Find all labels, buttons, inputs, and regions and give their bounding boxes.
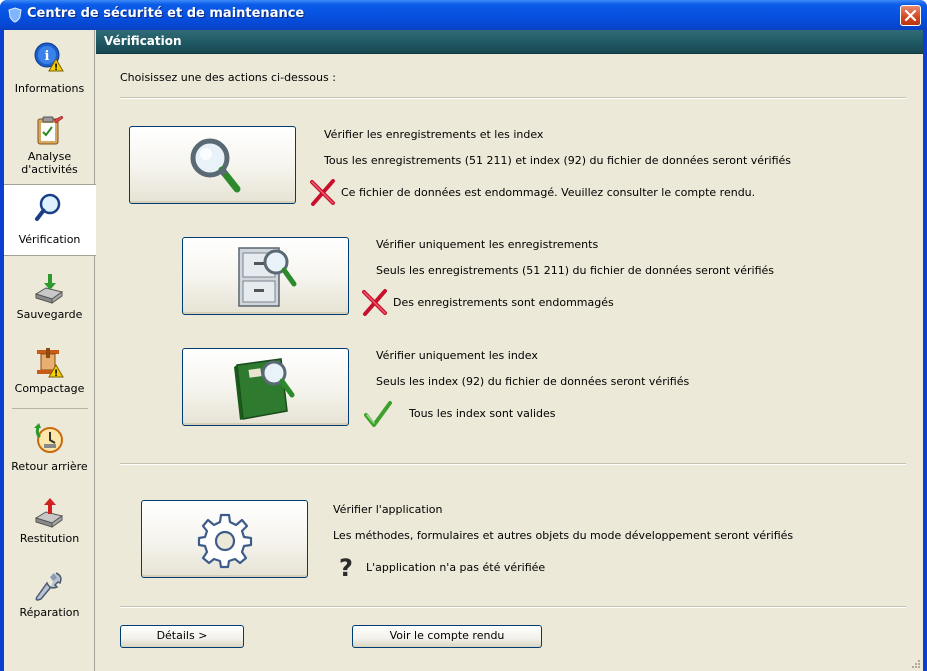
green-book-magnifier-icon	[234, 358, 295, 420]
sidebar-item-label: Restitution	[19, 532, 80, 545]
shield-app-icon	[8, 7, 22, 23]
verify-indexes-only-button[interactable]	[182, 348, 349, 426]
action-description: Les méthodes, formulaires et autres obje…	[333, 529, 794, 542]
sidebar: i ! Informations Analyse d'activités Vér…	[4, 30, 96, 671]
sidebar-separator	[12, 408, 88, 409]
action-title: Vérifier uniquement les index	[376, 349, 538, 362]
instructions-text: Choisissez une des actions ci-dessous :	[120, 71, 336, 84]
sidebar-item-label: Retour arrière	[11, 460, 88, 473]
sidebar-item-sauvegarde[interactable]: Sauvegarde	[4, 268, 95, 340]
magnifier-icon	[35, 193, 61, 221]
view-report-button[interactable]: Voir le compte rendu	[352, 625, 542, 648]
clock-rollback-icon	[34, 423, 63, 453]
details-button[interactable]: Détails >	[120, 625, 244, 648]
action-status: Des enregistrements sont endommagés	[393, 296, 614, 309]
sidebar-item-label: Réparation	[19, 606, 80, 619]
info-warning-icon: i !	[34, 42, 64, 73]
action-status: Tous les index sont valides	[409, 407, 556, 420]
gear-icon	[197, 513, 253, 569]
sidebar-item-label: Sauvegarde	[16, 308, 83, 321]
close-button[interactable]	[900, 5, 921, 26]
title-bar[interactable]: Centre de sécurité et de maintenance	[0, 0, 927, 30]
sidebar-item-compactage[interactable]: ! Compactage	[4, 342, 95, 414]
section-title: Vérification	[104, 34, 182, 48]
action-title: Vérifier uniquement les enregistrements	[376, 238, 599, 251]
sidebar-item-retour-arriere[interactable]: Retour arrière	[4, 418, 95, 490]
divider	[120, 606, 906, 608]
divider	[120, 97, 906, 99]
window-title: Centre de sécurité et de maintenance	[27, 6, 305, 21]
restore-drive-icon	[34, 498, 64, 528]
sidebar-item-verification[interactable]: Vérification	[4, 184, 96, 256]
action-title: Vérifier les enregistrements et les inde…	[324, 128, 544, 141]
wrench-icon	[35, 572, 62, 601]
sidebar-item-restitution[interactable]: Restitution	[4, 492, 95, 564]
verify-records-only-button[interactable]	[182, 237, 349, 315]
action-description: Seuls les index (92) du fichier de donné…	[376, 375, 690, 388]
client-area: i ! Informations Analyse d'activités Vér…	[4, 30, 923, 671]
action-description: Tous les enregistrements (51 211) et ind…	[324, 154, 792, 167]
svg-text:?: ?	[339, 554, 353, 580]
red-x-icon	[362, 289, 387, 316]
sidebar-item-analyse[interactable]: Analyse d'activités	[4, 110, 95, 182]
divider	[120, 463, 906, 465]
question-mark-icon: ?	[339, 554, 353, 580]
green-check-icon	[364, 401, 392, 427]
red-x-icon	[310, 179, 335, 206]
verification-panel: Vérification Choisissez une des actions …	[96, 30, 923, 671]
action-description: Seuls les enregistrements (51 211) du fi…	[376, 264, 775, 277]
sidebar-item-label: Analyse d'activités	[21, 150, 78, 176]
magnifier-icon	[190, 138, 241, 193]
action-status: Ce fichier de données est endommagé. Veu…	[341, 186, 756, 199]
action-title: Vérifier l'application	[333, 503, 443, 516]
sidebar-item-informations[interactable]: i ! Informations	[4, 36, 95, 108]
main-window: Centre de sécurité et de maintenance i !…	[0, 0, 927, 671]
close-icon	[904, 9, 917, 22]
svg-text:i: i	[45, 49, 50, 64]
action-status: L'application n'a pas été vérifiée	[366, 561, 546, 574]
compact-warning-icon: !	[37, 348, 64, 379]
section-header: Vérification	[96, 30, 923, 54]
verify-records-and-indexes-button[interactable]	[129, 126, 296, 204]
sidebar-item-label: Vérification	[18, 233, 81, 246]
verify-application-button[interactable]	[141, 500, 308, 578]
sidebar-item-label: Compactage	[14, 382, 85, 395]
sidebar-item-label: Informations	[14, 82, 85, 95]
backup-drive-icon	[34, 274, 64, 304]
resize-grip-icon[interactable]	[909, 657, 921, 669]
clipboard-analysis-icon	[37, 115, 64, 145]
svg-text:!: !	[54, 63, 58, 73]
file-cabinet-magnifier-icon	[238, 247, 297, 307]
sidebar-item-reparation[interactable]: Réparation	[4, 566, 95, 638]
svg-text:!: !	[54, 369, 58, 379]
